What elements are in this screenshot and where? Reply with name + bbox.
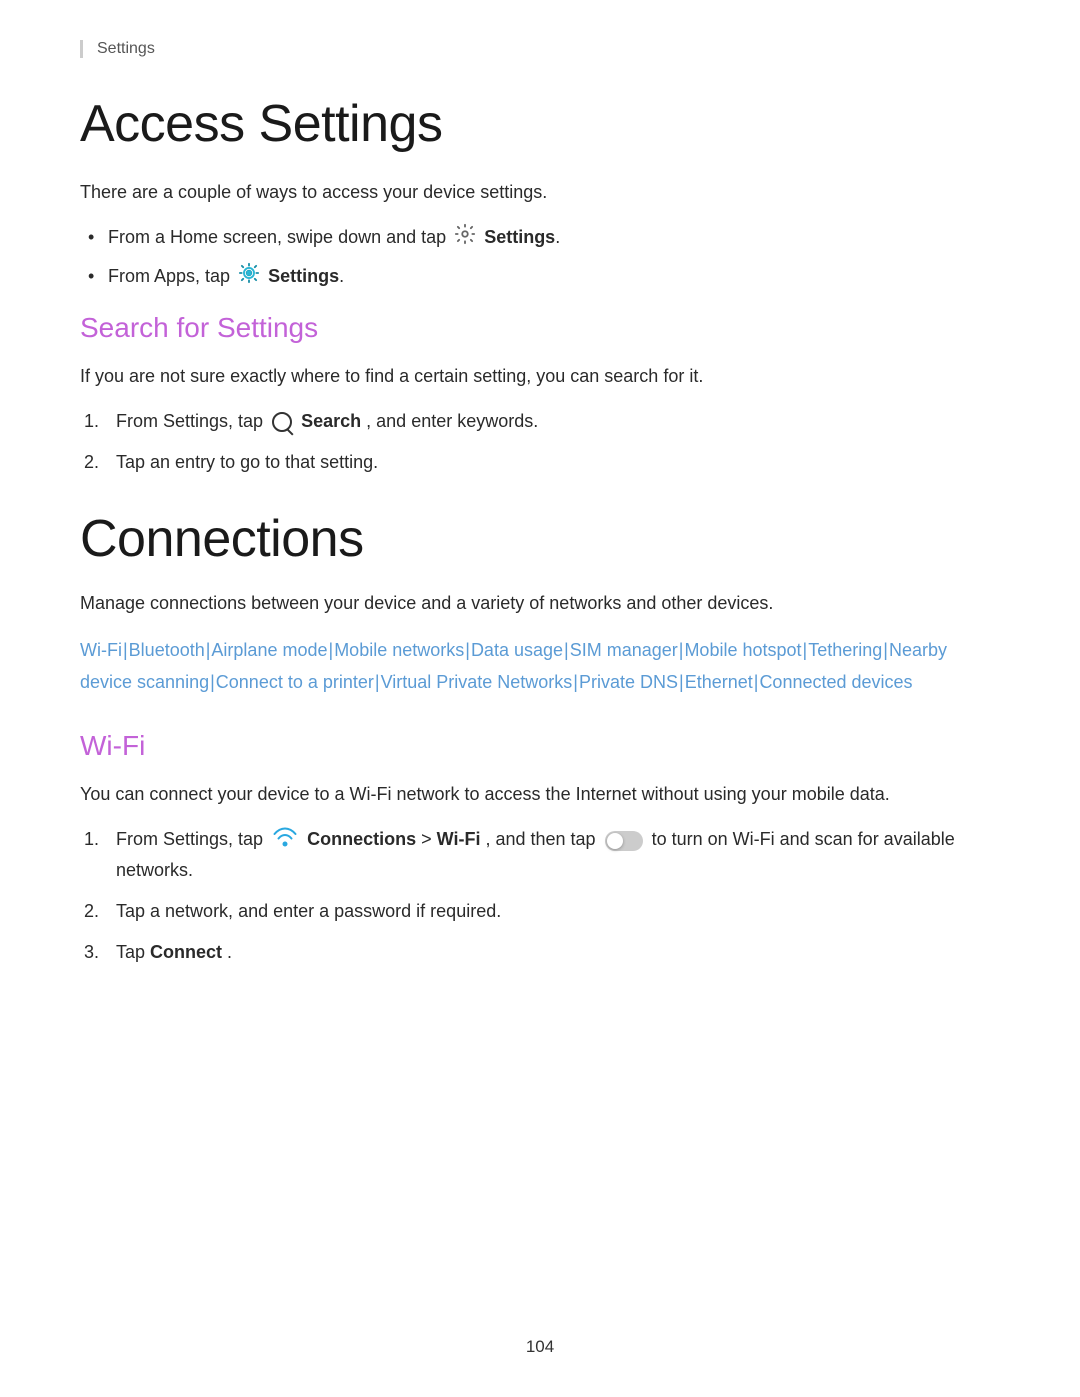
list-item: From Settings, tap Search , and enter ke…	[80, 407, 1000, 436]
link-vpn[interactable]: Virtual Private Networks	[381, 672, 573, 692]
link-mobile-hotspot[interactable]: Mobile hotspot	[684, 640, 801, 660]
link-connect-to-printer[interactable]: Connect to a printer	[216, 672, 374, 692]
gear-blue-icon	[238, 262, 260, 293]
step-bold: Search	[301, 411, 361, 431]
toggle-icon	[605, 831, 643, 851]
list-item: Tap an entry to go to that setting.	[80, 448, 1000, 477]
page-number: 104	[526, 1337, 554, 1357]
link-ethernet[interactable]: Ethernet	[685, 672, 753, 692]
wifi-icon	[272, 825, 298, 856]
connections-intro: Manage connections between your device a…	[80, 589, 1000, 618]
step-bold-connections: Connections	[307, 829, 416, 849]
breadcrumb: Settings	[80, 40, 1000, 58]
gear-gray-icon	[454, 223, 476, 254]
list-item: From Apps, tap Settings.	[80, 262, 1000, 293]
link-private-dns[interactable]: Private DNS	[579, 672, 678, 692]
link-wifi[interactable]: Wi-Fi	[80, 640, 122, 660]
bullet-bold-text: Settings	[484, 227, 555, 247]
step-text-before: Tap	[116, 942, 150, 962]
link-sim-manager[interactable]: SIM manager	[570, 640, 678, 660]
access-settings-title: Access Settings	[80, 94, 1000, 154]
list-item: Tap a network, and enter a password if r…	[80, 897, 1000, 926]
step-text-after: .	[227, 942, 232, 962]
wifi-title: Wi-Fi	[80, 730, 1000, 762]
step-text-before: From Settings, tap	[116, 411, 263, 431]
connections-links: Wi-Fi|Bluetooth|Airplane mode|Mobile net…	[80, 634, 1000, 699]
link-data-usage[interactable]: Data usage	[471, 640, 563, 660]
link-airplane-mode[interactable]: Airplane mode	[211, 640, 327, 660]
step-text-connections: >	[421, 829, 437, 849]
bullet-bold-text: Settings	[268, 266, 339, 286]
list-item: From a Home screen, swipe down and tap S…	[80, 223, 1000, 254]
wifi-steps: From Settings, tap Connections > Wi-Fi ,…	[80, 825, 1000, 966]
search-settings-title: Search for Settings	[80, 312, 1000, 344]
link-mobile-networks[interactable]: Mobile networks	[334, 640, 464, 660]
connections-title: Connections	[80, 509, 1000, 569]
wifi-intro: You can connect your device to a Wi-Fi n…	[80, 780, 1000, 809]
step-bold-wifi: Wi-Fi	[437, 829, 481, 849]
search-icon	[272, 412, 292, 432]
link-connected-devices[interactable]: Connected devices	[759, 672, 912, 692]
search-settings-steps: From Settings, tap Search , and enter ke…	[80, 407, 1000, 477]
step-text-before: From Settings, tap	[116, 829, 268, 849]
list-item: Tap Connect .	[80, 938, 1000, 967]
list-item: From Settings, tap Connections > Wi-Fi ,…	[80, 825, 1000, 885]
bullet-text-before: From Apps, tap	[108, 266, 235, 286]
link-tethering[interactable]: Tethering	[808, 640, 882, 660]
access-settings-list: From a Home screen, swipe down and tap S…	[80, 223, 1000, 293]
step-text: Tap an entry to go to that setting.	[116, 452, 378, 472]
step-text-mid: , and then tap	[485, 829, 595, 849]
step-text-after: , and enter keywords.	[366, 411, 538, 431]
search-settings-intro: If you are not sure exactly where to fin…	[80, 362, 1000, 391]
step-bold-connect: Connect	[150, 942, 222, 962]
step-text: Tap a network, and enter a password if r…	[116, 901, 501, 921]
link-bluetooth[interactable]: Bluetooth	[129, 640, 205, 660]
bullet-text-before: From a Home screen, swipe down and tap	[108, 227, 451, 247]
access-settings-intro: There are a couple of ways to access you…	[80, 178, 1000, 207]
